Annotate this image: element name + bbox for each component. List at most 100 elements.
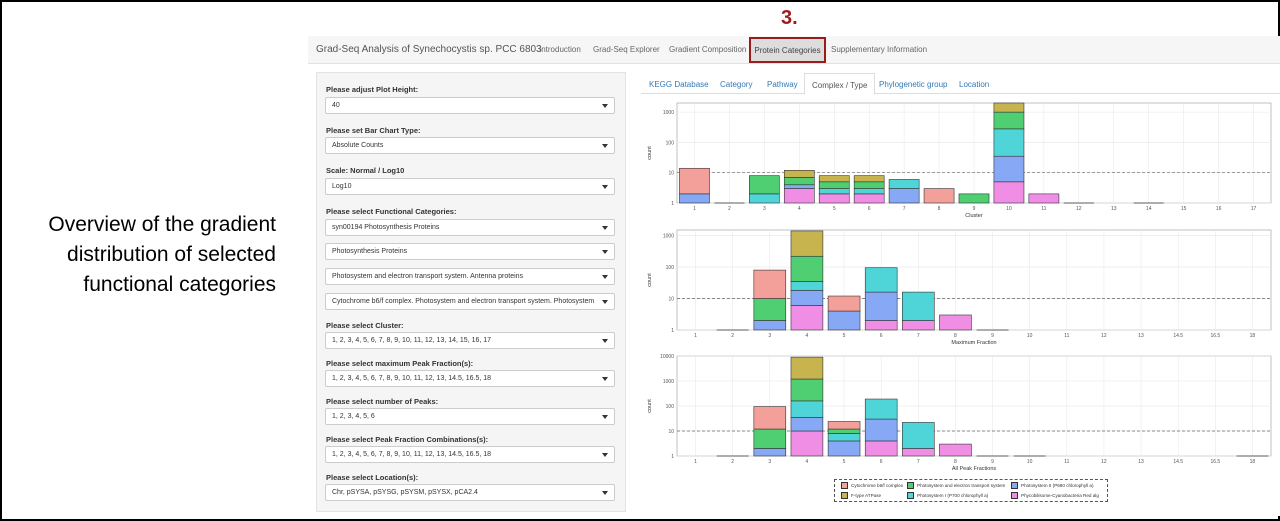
location-label: Please select Location(s):: [326, 473, 419, 482]
plot-height-select[interactable]: 40: [325, 97, 615, 114]
peak-fraction-select[interactable]: 1, 2, 3, 4, 5, 6, 7, 8, 9, 10, 11, 12, 1…: [325, 370, 615, 387]
bar-segment-ps1: [790, 400, 824, 418]
chevron-down-icon: [602, 275, 608, 279]
tab-phylogenetic-group[interactable]: Phylogenetic group: [879, 80, 948, 89]
functional-category-select[interactable]: syn00194 Photosynthesis Proteins: [325, 219, 615, 236]
tab-kegg-database[interactable]: KEGG Database: [649, 80, 709, 89]
app-title[interactable]: Grad-Seq Analysis of Synechocystis sp. P…: [316, 44, 542, 55]
bar-segment-ps2: [783, 184, 815, 189]
y-tick-label: 100: [666, 140, 675, 146]
bar-segment-ps1: [888, 179, 920, 189]
x-tick-label: 3: [768, 459, 771, 465]
y-axis-label: count: [647, 273, 653, 287]
x-tick-label: 9: [991, 459, 994, 465]
select-value: Absolute Counts: [332, 142, 384, 149]
tab-complex-type[interactable]: Complex / Type: [804, 73, 876, 95]
bar-segment-atp: [853, 175, 885, 183]
functional-category-select[interactable]: Cytochrome b6/f complex. Photosystem and…: [325, 293, 615, 310]
nav-introduction[interactable]: Introduction: [539, 45, 581, 54]
y-tick-label: 10000: [660, 354, 674, 360]
select-value: syn00194 Photosynthesis Proteins: [332, 224, 440, 231]
x-tick-label: 3: [763, 206, 766, 212]
location-select[interactable]: Chr, pSYSA, pSYSG, pSYSM, pSYSX, pCA2.4: [325, 484, 615, 501]
bar-segment-cyt: [923, 188, 955, 204]
x-tick-label: 7: [917, 459, 920, 465]
bar-segment-phy: [783, 188, 815, 204]
x-tick-label: 5: [843, 459, 846, 465]
bar-segment-ps2: [790, 290, 824, 306]
x-tick-label: 11: [1064, 459, 1069, 465]
functional-category-select[interactable]: Photosynthesis Proteins: [325, 243, 615, 260]
cluster-chart-svg: 11010010001 2 3 4 5 6 7 8 9 10 11 12 13 14 15 16 17Clust…: [647, 102, 1272, 219]
bar-segment-phy: [790, 430, 824, 457]
bar-segment-ps1: [902, 291, 935, 321]
bar-segment-psets: [958, 193, 990, 204]
x-tick-label: 11: [1064, 333, 1069, 339]
x-tick-label: 10: [1027, 333, 1033, 339]
bar-segment-ps2: [888, 188, 920, 204]
bar-segment-cyt: [827, 421, 861, 430]
tab-category[interactable]: Category: [720, 80, 752, 89]
x-tick-label: 6: [868, 206, 871, 212]
legend-swatch-phy: [1011, 492, 1018, 499]
cluster-select[interactable]: 1, 2, 3, 4, 5, 6, 7, 8, 9, 10, 11, 12, 1…: [325, 332, 615, 349]
x-tick-label: 5: [833, 206, 836, 212]
number-of-peaks-select[interactable]: 1, 2, 3, 4, 5, 6: [325, 408, 615, 425]
x-tick-label: 11: [1041, 206, 1046, 212]
step-label: 3.: [781, 7, 798, 29]
y-tick-label: 1000: [663, 234, 674, 240]
bar-segment-ps1: [864, 267, 898, 293]
tab-location[interactable]: Location: [959, 80, 989, 89]
legend-swatch-ps1: [907, 492, 914, 499]
bar-segment-cyt: [753, 406, 787, 430]
bar-segment-phy: [939, 314, 972, 331]
bar-segment-ps1: [993, 128, 1025, 157]
x-tick-label: 6: [880, 333, 883, 339]
chevron-down-icon: [602, 377, 608, 381]
x-tick-label: 6: [880, 459, 883, 465]
bar-segment-phy: [939, 443, 972, 457]
chevron-down-icon: [602, 491, 608, 495]
bar-segment-ps2: [753, 448, 787, 457]
select-value: 1, 2, 3, 4, 5, 6, 7, 8, 9, 10, 11, 12, 1…: [332, 451, 492, 458]
y-axis-label: count: [647, 146, 653, 160]
bar-type-select[interactable]: Absolute Counts: [325, 137, 615, 154]
x-tick-label: 12: [1101, 459, 1107, 465]
select-value: 1, 2, 3, 4, 5, 6: [332, 413, 375, 420]
chevron-down-icon: [602, 226, 608, 230]
nav-grad-seq-explorer[interactable]: Grad-Seq Explorer: [593, 45, 660, 54]
functional-categories-label: Please select Functional Categories:: [326, 207, 457, 216]
bar-segment-cyt: [679, 167, 710, 195]
x-tick-label: 8: [954, 333, 957, 339]
y-tick-label: 100: [666, 404, 675, 410]
maximum-fraction-chart-svg: 11010010001 2 3 4 5 6 7 8 9 10 11 12 13 14.5 16.5 18Max…: [647, 229, 1272, 346]
sidebar: Please adjust Plot Height: 40 Please set…: [316, 72, 626, 512]
legend-label: Phycobilisome-Cyanobacteria Red alg: [1021, 493, 1099, 498]
y-tick-label: 10: [668, 171, 674, 177]
y-tick-label: 100: [666, 265, 675, 271]
bar-segment-ps1: [864, 398, 898, 420]
legend-label: Photosystem I (P700 chlorophyll a): [917, 493, 989, 498]
peak-combination-label: Please select Peak Fraction Combinations…: [326, 435, 489, 444]
y-tick-label: 1000: [663, 379, 674, 385]
app-window: Grad-Seq Analysis of Synechocystis sp. P…: [308, 36, 1280, 516]
x-tick-label: 13: [1138, 333, 1144, 339]
nav-gradient-composition[interactable]: Gradient Composition: [669, 45, 746, 54]
nav-supplementary-information[interactable]: Supplementary Information: [831, 45, 927, 54]
x-tick-label: 7: [917, 333, 920, 339]
scale-select[interactable]: Log10: [325, 178, 615, 195]
x-axis-label: All Peak Fractions: [952, 466, 997, 472]
functional-category-select[interactable]: Photosystem and electron transport syste…: [325, 268, 615, 285]
x-tick-label: 4: [798, 206, 801, 212]
category-tabs: KEGG Database Category Pathway Complex /…: [641, 72, 1280, 95]
x-tick-label: 1: [694, 459, 697, 465]
bar-segment-phy: [818, 193, 850, 204]
tab-pathway[interactable]: Pathway: [767, 80, 798, 89]
caption-line: distribution of selected: [67, 243, 276, 266]
select-value: Log10: [332, 183, 352, 190]
peak-combination-select[interactable]: 1, 2, 3, 4, 5, 6, 7, 8, 9, 10, 11, 12, 1…: [325, 446, 615, 463]
nav-protein-categories[interactable]: Protein Categories: [749, 37, 826, 63]
chevron-down-icon: [602, 250, 608, 254]
bar-segment-ps1: [853, 188, 885, 195]
bar-segment-psets: [753, 298, 787, 321]
